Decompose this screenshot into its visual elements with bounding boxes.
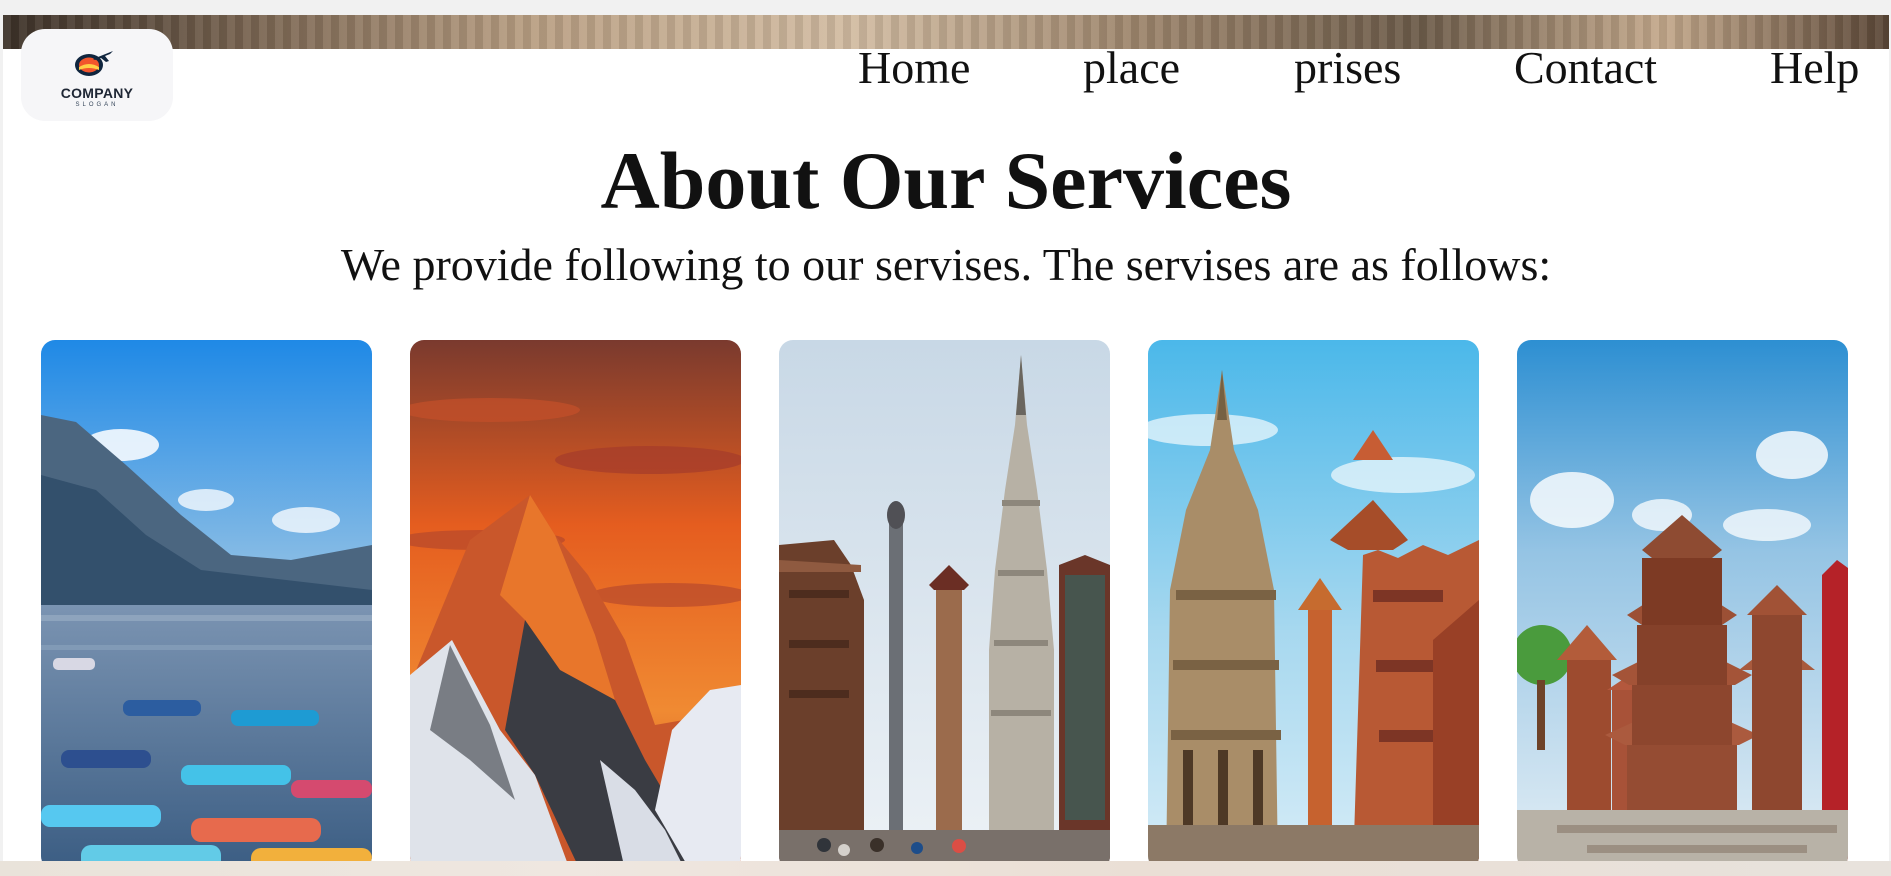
nav-home-link[interactable]: Home	[858, 39, 970, 97]
nav-place-link[interactable]: place	[1083, 39, 1180, 97]
nav-help-link[interactable]: Help	[1770, 39, 1859, 97]
pagoda-temples-image	[1517, 340, 1848, 861]
main-navigation: Home place prises Contact Help	[3, 39, 1889, 99]
temple-square-image	[1148, 340, 1479, 861]
page: COMPANY SLOGAN Home place prises Contact…	[3, 15, 1889, 861]
service-card-temple-square[interactable]	[1148, 340, 1479, 861]
stone-temple-image	[779, 340, 1110, 861]
mountain-sunset-image	[410, 340, 741, 861]
service-card-lake-boats[interactable]	[41, 340, 372, 861]
page-title: About Our Services	[600, 135, 1292, 226]
browser-bottom-strip	[0, 861, 1891, 876]
logo-slogan: SLOGAN	[75, 102, 119, 108]
service-card-mountain-sunset[interactable]	[410, 340, 741, 861]
nav-contact-link[interactable]: Contact	[1514, 39, 1657, 97]
service-card-stone-temple[interactable]	[779, 340, 1110, 861]
nav-prises-link[interactable]: prises	[1294, 39, 1401, 97]
page-subtitle: We provide following to our servises. Th…	[340, 239, 1552, 290]
lake-boats-image	[41, 340, 372, 861]
service-card-pagoda-temples[interactable]	[1517, 340, 1848, 861]
service-gallery	[41, 340, 1853, 861]
